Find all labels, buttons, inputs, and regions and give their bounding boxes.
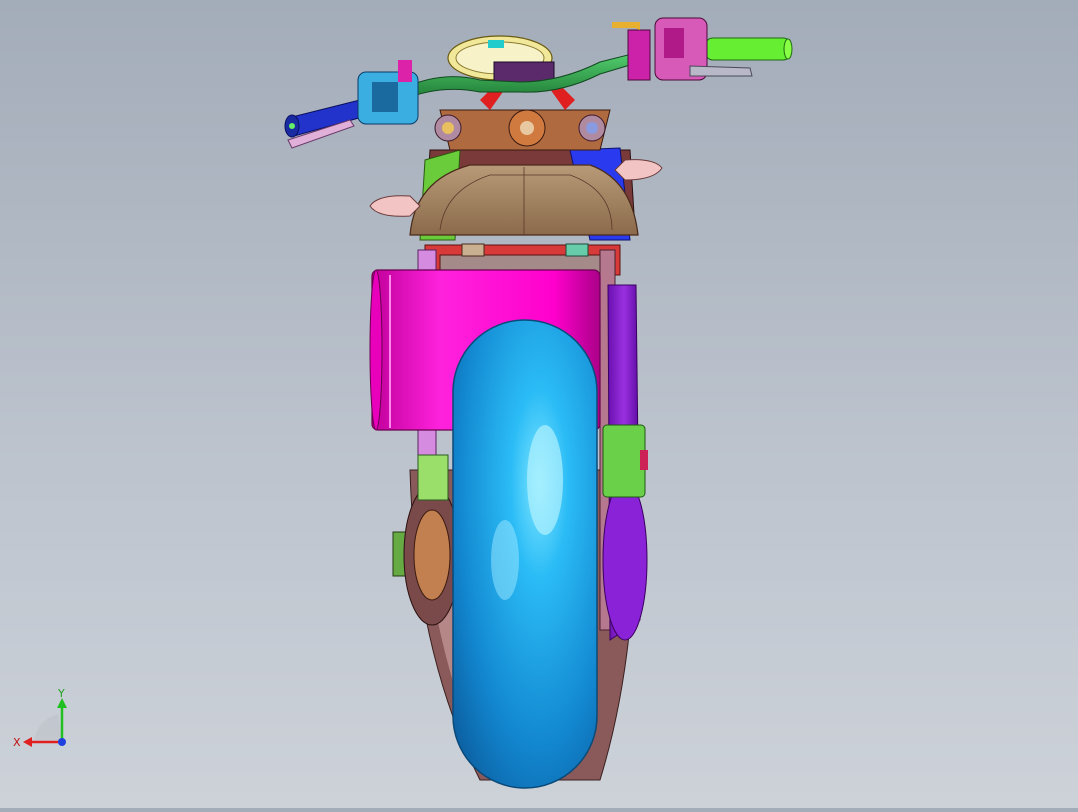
z-axis-dot (58, 738, 66, 746)
cad-viewport[interactable]: Y X (0, 0, 1078, 808)
coordinate-triad: Y X (13, 687, 67, 749)
right-grip[interactable] (704, 37, 793, 61)
turn-signal-left[interactable] (369, 195, 421, 217)
motorcycle-model[interactable] (0, 0, 1078, 808)
seat[interactable] (409, 164, 639, 257)
y-axis-label: Y (57, 687, 65, 700)
triad-plane (34, 714, 62, 740)
left-switch-housing[interactable] (357, 60, 419, 125)
brake-lever[interactable] (689, 65, 753, 77)
x-axis-arrow (23, 737, 32, 747)
x-axis-label: X (13, 736, 21, 749)
turn-signal-right[interactable] (614, 159, 663, 181)
rear-tire[interactable] (452, 319, 598, 789)
exhaust-cover[interactable] (602, 284, 648, 641)
left-grip[interactable] (284, 99, 367, 149)
